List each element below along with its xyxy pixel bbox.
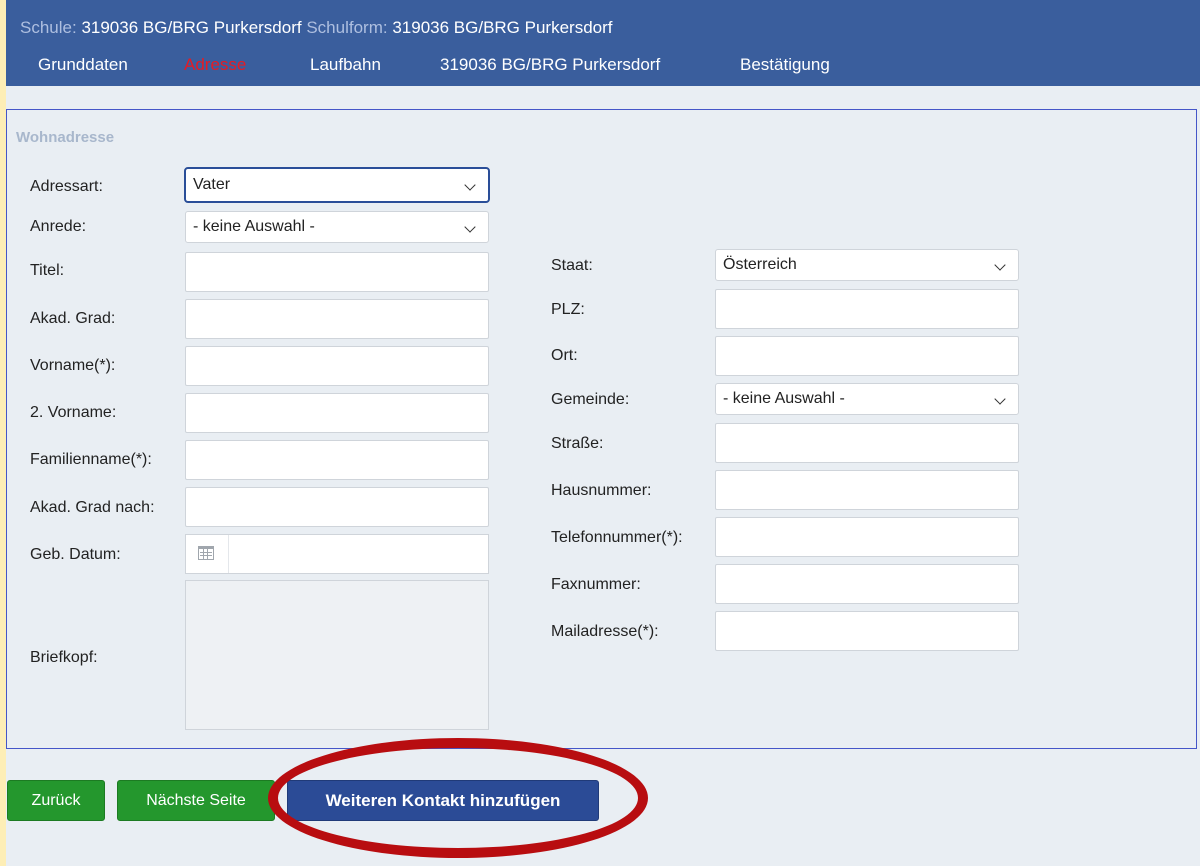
chevron-down-icon xyxy=(464,221,476,233)
staat-value: Österreich xyxy=(723,256,797,273)
hausnummer-input[interactable] xyxy=(715,470,1019,510)
telefonnummer-input[interactable] xyxy=(715,517,1019,557)
adressart-select[interactable]: Vater xyxy=(184,167,490,203)
next-page-button[interactable]: Nächste Seite xyxy=(117,780,275,821)
familienname-label: Familienname(*): xyxy=(30,451,152,468)
ort-label: Ort: xyxy=(551,347,578,364)
strasse-label: Straße: xyxy=(551,435,604,452)
faxnummer-input[interactable] xyxy=(715,564,1019,604)
vorname2-label: 2. Vorname: xyxy=(30,404,117,421)
familienname-input[interactable] xyxy=(185,440,489,480)
schulform-label: Schulform: xyxy=(306,18,388,37)
gemeinde-select[interactable]: - keine Auswahl - xyxy=(715,383,1019,415)
staat-select[interactable]: Österreich xyxy=(715,249,1019,281)
geb-datum-label: Geb. Datum: xyxy=(30,546,121,563)
staat-label: Staat: xyxy=(551,257,593,274)
titel-label: Titel: xyxy=(30,262,65,279)
briefkopf-textarea xyxy=(185,580,489,730)
nav-bestaetigung[interactable]: Bestätigung xyxy=(740,55,830,75)
school-info: Schule: 319036 BG/BRG Purkersdorf Schulf… xyxy=(20,18,613,38)
anrede-value: - keine Auswahl - xyxy=(193,218,315,235)
geb-datum-input[interactable] xyxy=(185,534,489,574)
calendar-icon xyxy=(198,546,214,560)
mailadresse-label: Mailadresse(*): xyxy=(551,623,659,640)
nav-grunddaten[interactable]: Grunddaten xyxy=(38,55,128,75)
schule-value: 319036 BG/BRG Purkersdorf xyxy=(81,18,302,37)
nav-schule[interactable]: 319036 BG/BRG Purkersdorf xyxy=(440,55,660,75)
calendar-button[interactable] xyxy=(186,535,229,573)
faxnummer-label: Faxnummer: xyxy=(551,576,641,593)
adressart-label: Adressart: xyxy=(30,178,103,195)
vorname-label: Vorname(*): xyxy=(30,357,116,374)
address-panel: Wohnadresse Adressart: Vater Anrede: - k… xyxy=(6,109,1197,749)
akad-grad-label: Akad. Grad: xyxy=(30,310,116,327)
chevron-down-icon xyxy=(994,259,1006,271)
chevron-down-icon xyxy=(994,393,1006,405)
telefonnummer-label: Telefonnummer(*): xyxy=(551,529,683,546)
back-button[interactable]: Zurück xyxy=(7,780,105,821)
schule-label: Schule: xyxy=(20,18,77,37)
akad-grad-nach-label: Akad. Grad nach: xyxy=(30,499,155,516)
vorname-input[interactable] xyxy=(185,346,489,386)
mailadresse-input[interactable] xyxy=(715,611,1019,651)
gemeinde-label: Gemeinde: xyxy=(551,391,630,408)
chevron-down-icon xyxy=(464,179,476,191)
section-title: Wohnadresse xyxy=(16,129,115,146)
nav-laufbahn[interactable]: Laufbahn xyxy=(310,55,381,75)
plz-label: PLZ: xyxy=(551,301,585,318)
add-contact-button[interactable]: Weiteren Kontakt hinzufügen xyxy=(287,780,599,821)
gemeinde-value: - keine Auswahl - xyxy=(723,390,845,407)
schulform-value: 319036 BG/BRG Purkersdorf xyxy=(392,18,613,37)
akad-grad-nach-input[interactable] xyxy=(185,487,489,527)
titel-input[interactable] xyxy=(185,252,489,292)
header-bar: Schule: 319036 BG/BRG Purkersdorf Schulf… xyxy=(6,0,1200,86)
plz-input[interactable] xyxy=(715,289,1019,329)
app-frame: Schule: 319036 BG/BRG Purkersdorf Schulf… xyxy=(6,0,1200,866)
adressart-value: Vater xyxy=(193,176,231,193)
akad-grad-input[interactable] xyxy=(185,299,489,339)
vorname2-input[interactable] xyxy=(185,393,489,433)
briefkopf-label: Briefkopf: xyxy=(30,649,98,666)
anrede-label: Anrede: xyxy=(30,218,87,235)
anrede-select[interactable]: - keine Auswahl - xyxy=(185,211,489,243)
nav-adresse[interactable]: Adresse xyxy=(184,55,246,75)
hausnummer-label: Hausnummer: xyxy=(551,482,652,499)
strasse-input[interactable] xyxy=(715,423,1019,463)
ort-input[interactable] xyxy=(715,336,1019,376)
